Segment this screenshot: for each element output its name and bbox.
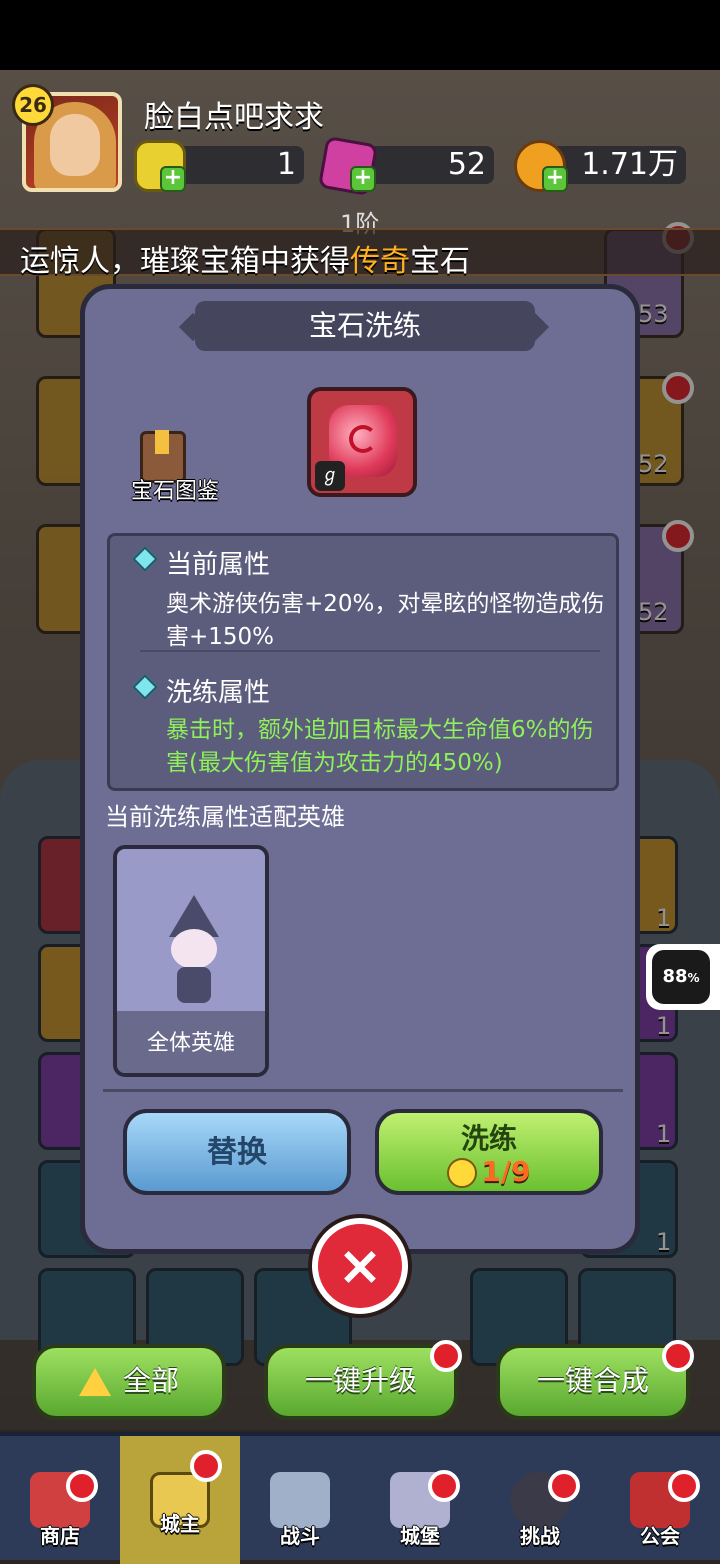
nav-item-challenge[interactable]: 挑战 [480, 1436, 600, 1564]
hook-icon: ℊ [315, 461, 345, 491]
notification-dot [66, 1470, 98, 1502]
player-name: 脸白点吧求求 [144, 100, 324, 135]
refine-button[interactable]: 洗练 1/9 [375, 1109, 603, 1195]
nav-label-shop: 商店 [40, 1524, 80, 1548]
refine-button-label: 洗练 [460, 1122, 517, 1155]
floating-progress-value: 88% [652, 950, 710, 1004]
hero-body [177, 967, 211, 1003]
nav-label-lord: 城主 [160, 1512, 200, 1536]
current-attr-title: 当前属性 [166, 550, 271, 580]
dialog-divider [103, 1089, 623, 1092]
floating-progress-badge[interactable]: 88% [646, 944, 720, 1010]
nav-item-shop[interactable]: 商店 [0, 1436, 120, 1564]
one-click-merge-button[interactable]: 一键合成 [496, 1344, 690, 1420]
dialog-title-bar: 宝石洗练 [195, 301, 535, 351]
close-button[interactable]: × [312, 1218, 408, 1314]
refine-cost: 1/9 [379, 1155, 599, 1188]
refine-attr-gem-icon [132, 674, 158, 700]
nav-item-guild[interactable]: 公会 [600, 1436, 720, 1564]
nav-label-challenge: 挑战 [520, 1524, 560, 1548]
announcement-suffix: 宝石 [410, 244, 470, 279]
replace-button[interactable]: 替换 [123, 1109, 351, 1195]
announcement-prefix: 运惊人，璀璨宝箱中获得 [20, 244, 350, 279]
filter-all-button[interactable]: 全部 [32, 1344, 226, 1420]
attr-divider [140, 650, 600, 652]
announcement-text: 运惊人，璀璨宝箱中获得传奇宝石 [20, 236, 470, 280]
bottom-navigation: 商店 城主 战斗 城堡 挑战 公会 [0, 1432, 720, 1564]
hero-card-all[interactable]: 全体英雄 [113, 845, 269, 1077]
hero-match-label: 当前洗练属性适配英雄 [105, 803, 345, 831]
refine-attr-text: 暴击时，额外追加目标最大生命值6%的伤害(最大伤害值为攻击力的450%) [166, 717, 594, 776]
notification-dot [548, 1470, 580, 1502]
nav-label-battle: 战斗 [280, 1524, 320, 1548]
refine-cost-value: 1/9 [481, 1155, 531, 1188]
notification-dot [190, 1450, 222, 1482]
refine-attr-title: 洗练属性 [166, 678, 271, 708]
current-attr-gem-icon [132, 546, 158, 572]
add-pink-crystal-button[interactable]: + [350, 166, 376, 192]
yellow-gem-icon [447, 1158, 478, 1188]
nav-item-battle[interactable]: 战斗 [240, 1436, 360, 1564]
notification-dot [668, 1470, 700, 1502]
hero-card-label: 全体英雄 [146, 1031, 235, 1056]
announcement-highlight: 传奇 [350, 244, 410, 279]
announcement-marquee: 运惊人，璀璨宝箱中获得传奇宝石 [0, 228, 720, 279]
nav-item-lord[interactable]: 城主 [120, 1436, 240, 1564]
nav-label-guild: 公会 [640, 1524, 680, 1548]
one-click-upgrade-button[interactable]: 一键升级 [264, 1344, 458, 1420]
triangle-icon [78, 1368, 111, 1396]
player-level-badge: 26 [12, 84, 54, 126]
notification-dot [428, 1470, 460, 1502]
attribute-panel: 当前属性 奥术游侠伤害+20%，对晕眩的怪物造成伤害+150% 洗练属性 暴击时… [107, 533, 619, 791]
notification-dot [662, 1340, 694, 1372]
add-gold-coin-button[interactable]: + [542, 166, 568, 192]
current-attr-text: 奥术游侠伤害+20%，对晕眩的怪物造成伤害+150% [166, 591, 605, 650]
close-icon: × [337, 1234, 383, 1297]
notification-dot [430, 1340, 462, 1372]
dialog-title: 宝石洗练 [308, 309, 421, 342]
book-ribbon [155, 430, 169, 454]
selected-gem: ℊ [307, 387, 417, 497]
nav-label-castle: 城堡 [400, 1524, 440, 1548]
swirl-icon [349, 425, 377, 453]
add-yellow-gem-button[interactable]: + [160, 166, 186, 192]
avatar-face [50, 114, 100, 176]
nav-item-castle[interactable]: 城堡 [360, 1436, 480, 1564]
filter-all-label: 全部 [122, 1364, 179, 1397]
hero-head [171, 929, 217, 969]
status-bar [0, 0, 720, 70]
gem-encyclopedia-label[interactable]: 宝石图鉴 [105, 473, 245, 505]
gem-refine-dialog: 宝石洗练 宝石图鉴 ℊ 当前属性 奥术游侠伤害+20%，对晕眩的怪物造成伤害+1… [80, 284, 640, 1254]
